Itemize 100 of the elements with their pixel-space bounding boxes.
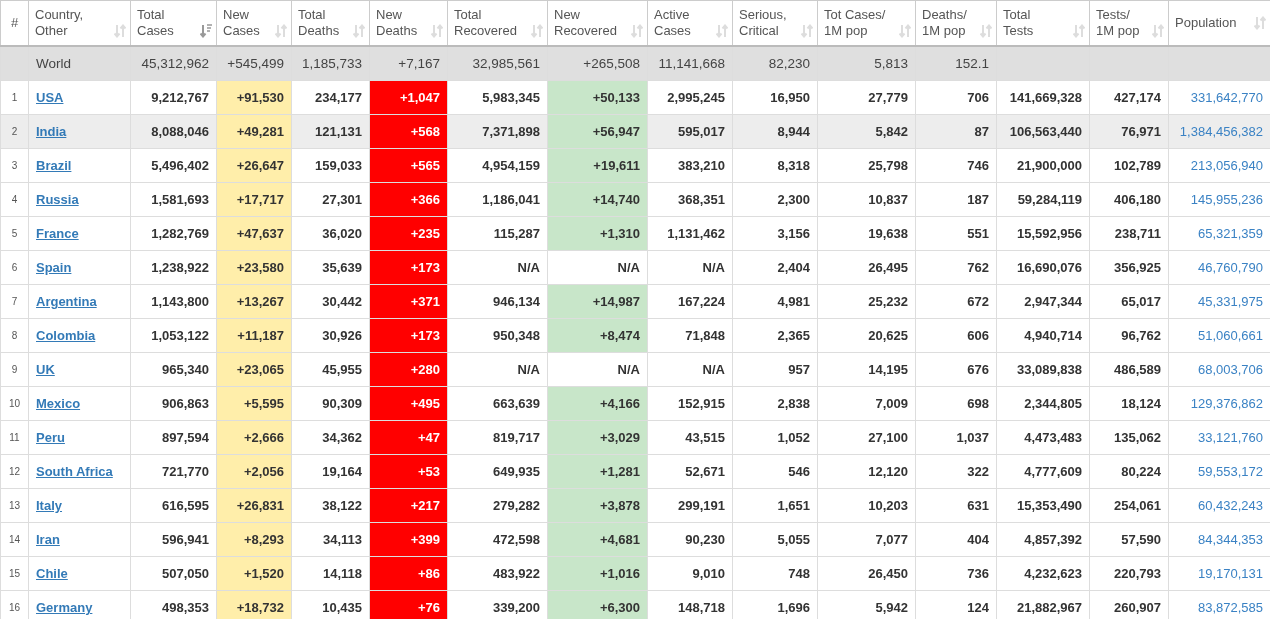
total-cases-cell: 1,053,122 xyxy=(151,328,209,343)
sort-icon[interactable] xyxy=(1152,24,1164,38)
population-cell: 68,003,706 xyxy=(1197,362,1263,377)
cases-per-million-cell: 26,450 xyxy=(868,566,908,581)
country-link[interactable]: India xyxy=(36,123,67,139)
active-cases-cell: 1,131,462 xyxy=(667,226,725,241)
new-cases-cell: +5,595 xyxy=(243,396,284,411)
active-cases-cell: N/A xyxy=(702,362,725,377)
sort-icon[interactable] xyxy=(631,24,643,38)
sort-descending-icon[interactable] xyxy=(200,24,212,38)
country-link[interactable]: Peru xyxy=(36,430,65,445)
new-deaths-cell: +1,047 xyxy=(399,90,440,105)
sort-icon[interactable] xyxy=(114,24,126,38)
new-cases-cell: +2,666 xyxy=(243,430,284,445)
country-link[interactable]: Chile xyxy=(36,566,68,581)
total-tests-cell: 106,563,440 xyxy=(1009,123,1082,139)
total-deaths-cell: 35,639 xyxy=(322,260,362,275)
total-deaths-cell: 234,177 xyxy=(315,90,362,105)
tests-per-million-cell: 76,971 xyxy=(1121,123,1161,139)
active-cases-cell: 299,191 xyxy=(678,498,725,513)
sort-icon[interactable] xyxy=(980,24,992,38)
serious-critical-cell: 1,052 xyxy=(777,430,810,445)
new-recovered-cell: +19,611 xyxy=(593,158,640,173)
sort-icon[interactable] xyxy=(1073,24,1085,38)
deaths-per-million-cell: 698 xyxy=(967,396,989,411)
tests-per-million-cell: 406,180 xyxy=(1114,192,1161,207)
tests-per-million-cell: 57,590 xyxy=(1121,532,1161,547)
serious-critical-cell: 2,365 xyxy=(777,328,810,343)
deaths-per-million-cell: 187 xyxy=(967,192,989,207)
sort-icon[interactable] xyxy=(899,24,911,38)
total-deaths-cell: 14,118 xyxy=(322,566,362,581)
sort-icon[interactable] xyxy=(801,24,813,38)
country-link[interactable]: Mexico xyxy=(36,396,81,411)
total-cases-cell: 721,770 xyxy=(162,464,209,479)
serious-critical-cell: 16,950 xyxy=(770,90,810,105)
country-link[interactable]: France xyxy=(36,226,79,241)
population-cell: 1,384,456,382 xyxy=(1179,123,1263,139)
deaths-per-million-cell: 762 xyxy=(967,260,989,275)
active-cases-cell: 152,915 xyxy=(678,396,725,411)
new-recovered-cell: +6,300 xyxy=(599,600,640,615)
serious-critical-cell: 2,300 xyxy=(777,192,810,207)
new-deaths-cell: +53 xyxy=(417,464,440,479)
sort-icon[interactable] xyxy=(431,24,443,38)
new-recovered-cell: N/A xyxy=(617,260,640,275)
world-total-cell: 82,230 xyxy=(768,56,810,71)
serious-critical-cell: 546 xyxy=(788,464,810,479)
rank-cell: 5 xyxy=(11,228,18,239)
new-cases-cell: +26,647 xyxy=(236,158,284,173)
new-recovered-cell: +3,878 xyxy=(599,498,640,513)
total-recovered-cell: 950,348 xyxy=(493,328,540,343)
total-deaths-cell: 34,362 xyxy=(322,430,362,445)
country-link[interactable]: Iran xyxy=(36,532,60,547)
total-deaths-cell: 38,122 xyxy=(322,498,362,513)
serious-critical-cell: 3,156 xyxy=(777,226,810,241)
sort-icon[interactable] xyxy=(353,24,365,38)
new-deaths-cell: +173 xyxy=(410,328,440,343)
sort-icon[interactable] xyxy=(716,24,728,38)
total-recovered-cell: 649,935 xyxy=(493,464,540,479)
country-link[interactable]: Russia xyxy=(36,192,79,207)
sort-icon[interactable] xyxy=(531,24,543,38)
cases-per-million-cell: 12,120 xyxy=(868,464,908,479)
total-cases-cell: 596,941 xyxy=(162,532,209,547)
total-cases-cell: 498,353 xyxy=(162,600,209,615)
world-total-cell: +545,499 xyxy=(227,56,284,71)
country-link[interactable]: USA xyxy=(36,90,64,105)
deaths-per-million-cell: 606 xyxy=(967,328,989,343)
active-cases-cell: 595,017 xyxy=(678,123,725,139)
new-recovered-cell: +1,016 xyxy=(599,566,640,581)
new-cases-cell: +23,065 xyxy=(236,362,284,377)
active-cases-cell: 383,210 xyxy=(678,158,725,173)
serious-critical-cell: 1,651 xyxy=(777,498,810,513)
active-cases-cell: 368,351 xyxy=(678,192,725,207)
world-total-cell: 45,312,962 xyxy=(141,56,209,71)
new-cases-cell: +1,520 xyxy=(243,566,284,581)
tests-per-million-cell: 238,711 xyxy=(1114,226,1161,241)
cases-per-million-cell: 25,232 xyxy=(868,294,908,309)
total-recovered-cell: 663,639 xyxy=(493,396,540,411)
total-tests-cell: 21,882,967 xyxy=(1016,600,1082,615)
rank-cell: 16 xyxy=(8,602,21,613)
new-recovered-cell: +4,166 xyxy=(599,396,640,411)
new-cases-cell: +2,056 xyxy=(243,464,284,479)
tests-per-million-cell: 427,174 xyxy=(1114,90,1161,105)
sort-icon[interactable] xyxy=(1254,16,1266,30)
country-link[interactable]: Brazil xyxy=(36,158,72,173)
sort-icon[interactable] xyxy=(275,24,287,38)
country-link[interactable]: UK xyxy=(36,362,55,377)
total-recovered-cell: 1,186,041 xyxy=(482,192,540,207)
serious-critical-cell: 5,055 xyxy=(777,532,810,547)
deaths-per-million-cell: 1,037 xyxy=(956,430,989,445)
total-cases-cell: 906,863 xyxy=(162,396,209,411)
total-recovered-cell: 115,287 xyxy=(493,226,540,241)
serious-critical-cell: 748 xyxy=(788,566,810,581)
deaths-per-million-cell: 736 xyxy=(967,566,989,581)
rank-cell: 12 xyxy=(8,466,21,477)
tests-per-million-cell: 18,124 xyxy=(1121,396,1161,411)
new-recovered-cell: +14,740 xyxy=(592,192,640,207)
country-link[interactable]: Italy xyxy=(36,498,62,513)
total-tests-cell: 16,690,076 xyxy=(1016,260,1082,275)
country-link[interactable]: Spain xyxy=(36,260,72,275)
active-cases-cell: N/A xyxy=(702,260,725,275)
